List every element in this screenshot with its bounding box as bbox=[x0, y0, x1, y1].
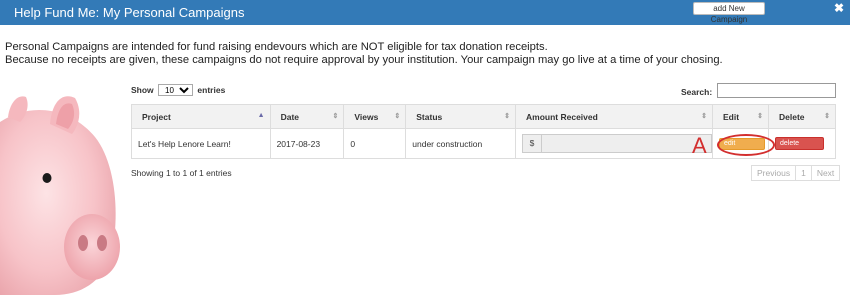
sort-icon: ⇕ bbox=[824, 113, 830, 120]
modal-header: Help Fund Me: My Personal Campaigns add … bbox=[0, 0, 850, 25]
close-icon[interactable]: ✖ bbox=[834, 1, 844, 15]
cell-status: under construction bbox=[405, 128, 517, 159]
column-header-status[interactable]: Status ⇕ bbox=[405, 104, 517, 129]
cell-amount: $ bbox=[515, 128, 714, 159]
cell-views: 0 bbox=[343, 128, 407, 159]
sort-icon: ⇕ bbox=[757, 113, 763, 120]
column-header-edit[interactable]: Edit ⇕ bbox=[712, 104, 769, 129]
page-length-select[interactable]: 10 bbox=[158, 84, 194, 96]
intro-line-1: Personal Campaigns are intended for fund… bbox=[5, 41, 548, 53]
sort-icon: ⇕ bbox=[394, 113, 401, 120]
sort-icon: ⇕ bbox=[504, 113, 511, 120]
search-input[interactable] bbox=[717, 83, 836, 98]
pagination-previous[interactable]: Previous bbox=[751, 165, 797, 181]
sort-icon: ⇕ bbox=[332, 113, 339, 120]
delete-button[interactable]: delete bbox=[775, 137, 824, 150]
pagination-page-1[interactable]: 1 bbox=[795, 165, 812, 181]
pagination-next[interactable]: Next bbox=[810, 165, 841, 181]
show-label: Show bbox=[131, 85, 154, 95]
column-header-project[interactable]: Project ▲ bbox=[131, 104, 271, 129]
sort-icon: ⇕ bbox=[701, 113, 708, 120]
table-info: Showing 1 to 1 of 1 entries bbox=[131, 168, 232, 178]
annotation-label: A bbox=[692, 133, 707, 158]
amount-input-group: $ bbox=[522, 134, 713, 153]
cell-date: 2017-08-23 bbox=[269, 128, 345, 159]
currency-addon: $ bbox=[522, 134, 543, 153]
entries-label: entries bbox=[197, 85, 226, 95]
add-new-campaign-button[interactable]: add New Campaign bbox=[693, 2, 765, 24]
intro-text: Personal Campaigns are intended for fund… bbox=[5, 41, 723, 66]
pagination: Previous 1 Next bbox=[751, 165, 841, 181]
search-label: Search: bbox=[681, 87, 713, 97]
piggy-bank-image bbox=[0, 96, 120, 295]
column-header-amount[interactable]: Amount Received ⇕ bbox=[515, 104, 714, 129]
cell-project: Let's Help Lenore Learn! bbox=[131, 128, 271, 159]
modal-title: Help Fund Me: My Personal Campaigns bbox=[14, 5, 245, 20]
column-header-date[interactable]: Date ⇕ bbox=[269, 104, 345, 129]
column-header-delete[interactable]: Delete ⇕ bbox=[768, 104, 836, 129]
sort-ascending-icon: ▲ bbox=[257, 112, 265, 119]
amount-field bbox=[542, 134, 713, 153]
intro-line-2: Because no receipts are given, these cam… bbox=[5, 53, 723, 66]
table-header-row: Project ▲ Date ⇕ Views ⇕ Status ⇕ Amount Rec… bbox=[131, 104, 836, 129]
annotation-circle bbox=[717, 134, 775, 156]
entries-length-control: Show 10 entries bbox=[131, 84, 225, 96]
column-header-views[interactable]: Views ⇕ bbox=[343, 104, 407, 129]
cell-delete: delete bbox=[768, 128, 836, 159]
